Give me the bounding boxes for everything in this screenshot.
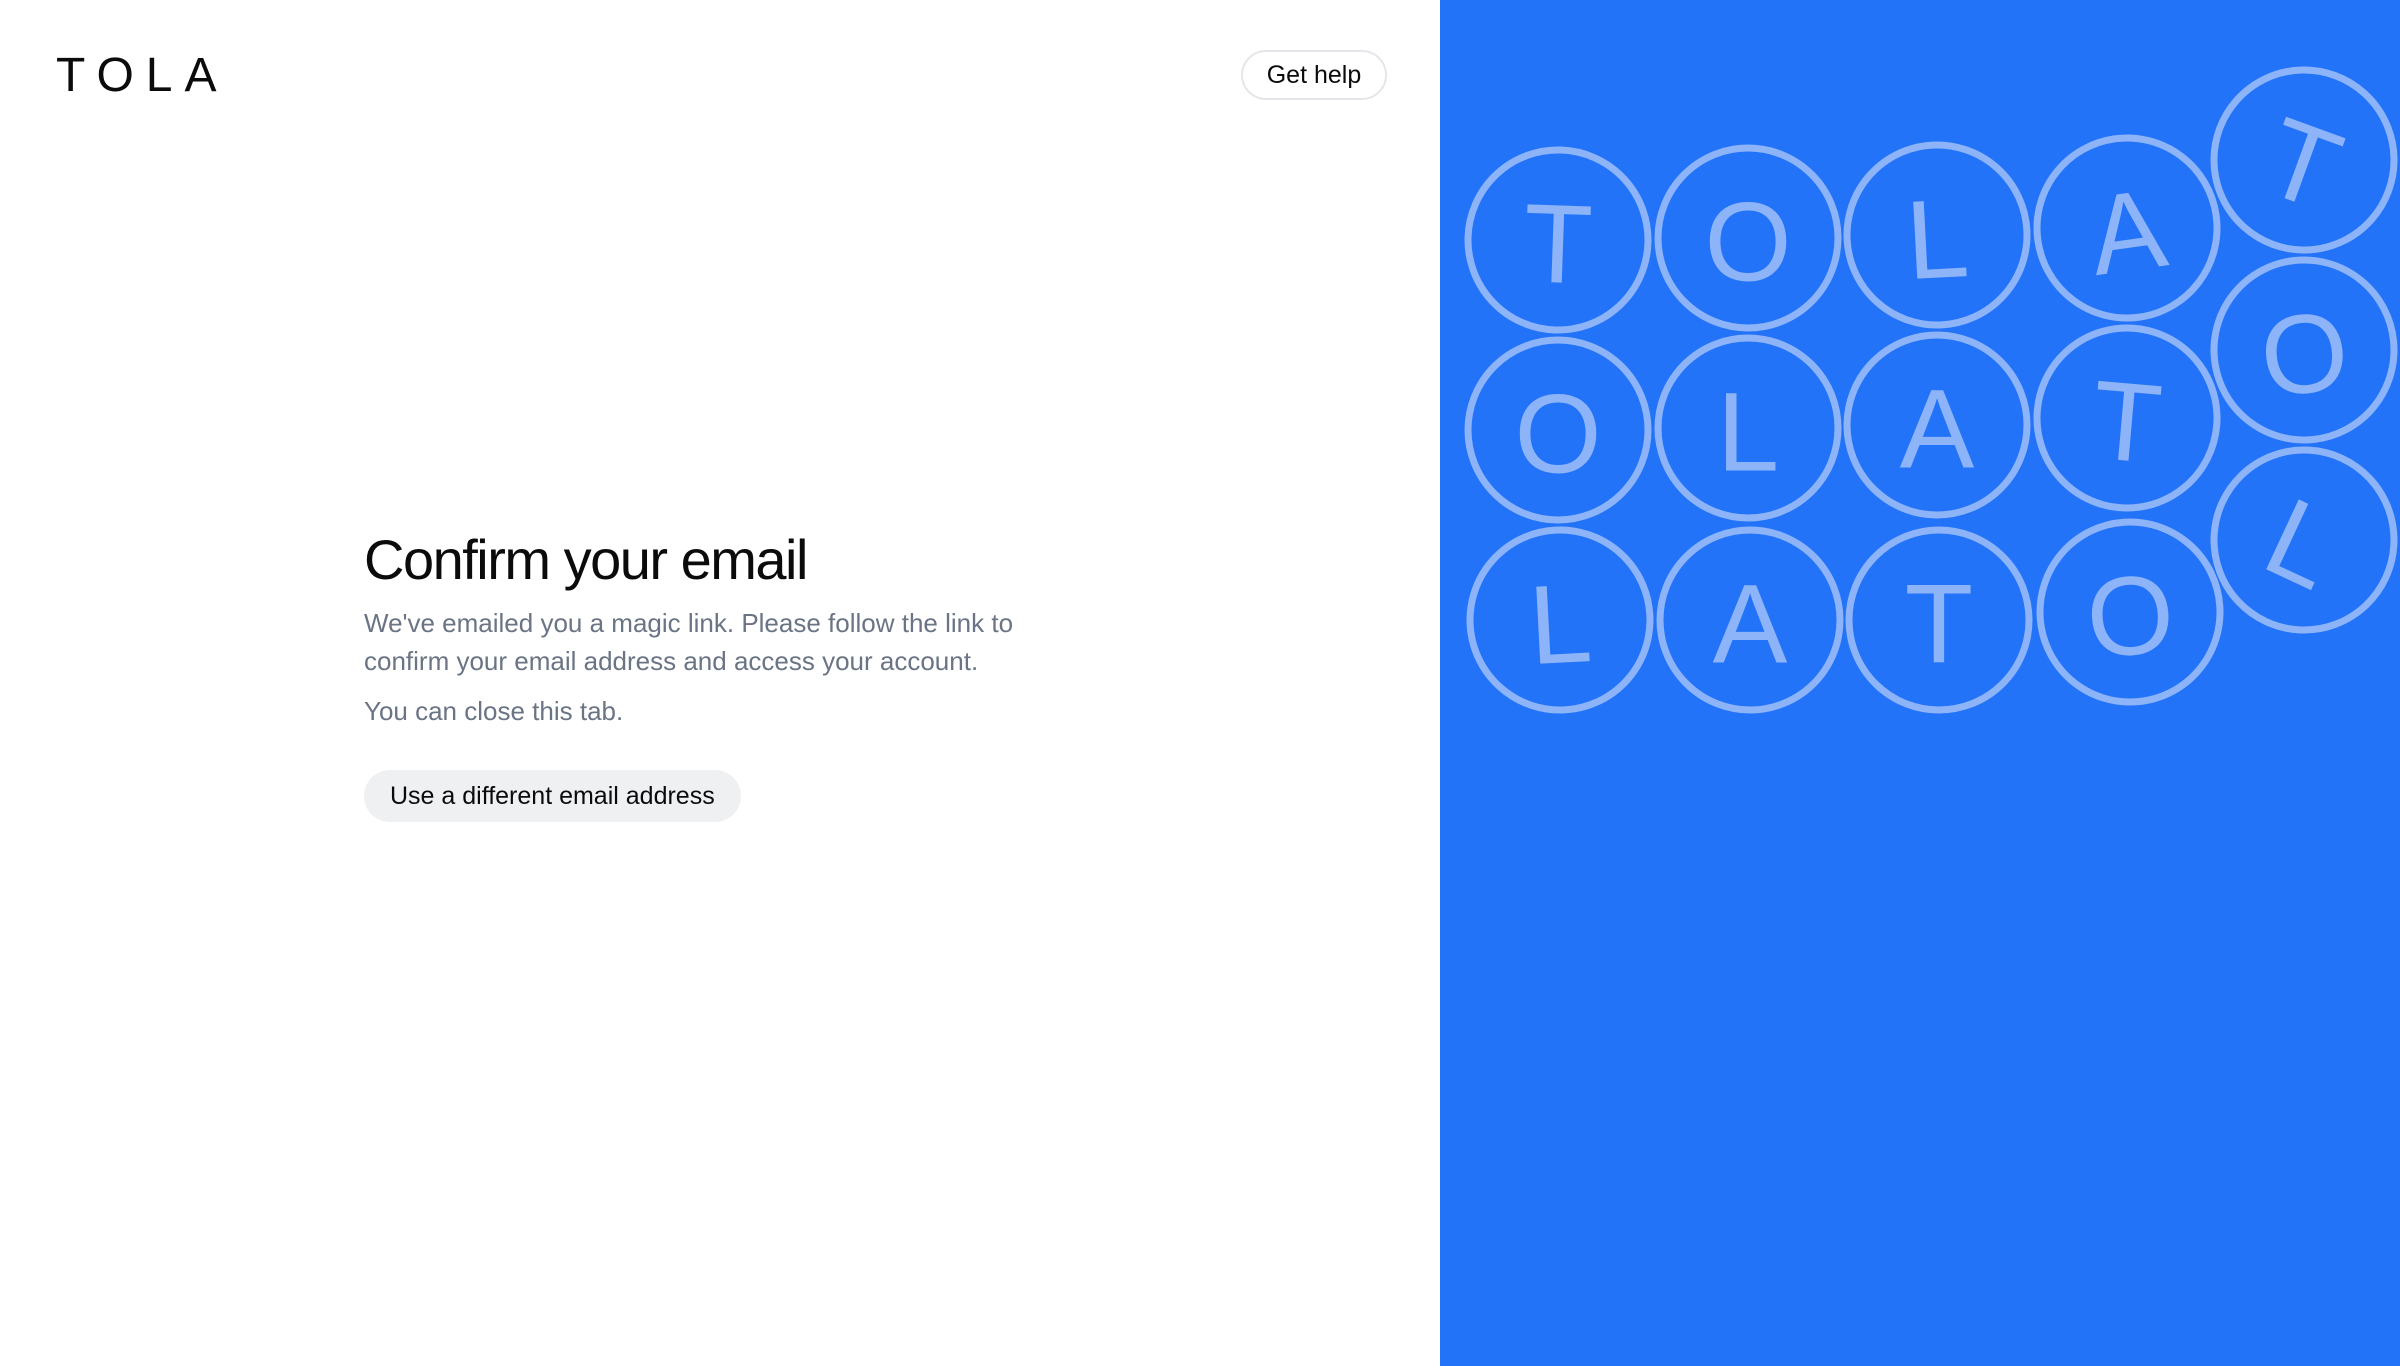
letter-tile-l: L	[1654, 334, 1842, 522]
instruction-text: We've emailed you a magic link. Please f…	[364, 608, 1014, 676]
tile-letter: A	[1900, 367, 1975, 492]
tile-letter: O	[2255, 287, 2355, 420]
letter-tile-o: O	[1654, 144, 1842, 332]
letter-tile-o: O	[1464, 336, 1652, 524]
letter-tile-t: T	[2210, 66, 2398, 254]
letter-tile-a: A	[1656, 526, 1844, 714]
letter-tile-t: T	[1464, 146, 1652, 334]
confirm-email-page: TOLA Get help Confirm your email We've e…	[0, 0, 2400, 1366]
letter-tile-l: L	[1843, 141, 2031, 329]
tile-letter: O	[2082, 551, 2178, 682]
letter-tile-o: O	[2210, 256, 2398, 444]
tile-letter: O	[1514, 372, 1601, 497]
letter-tile-t: T	[1845, 526, 2033, 714]
use-different-email-button[interactable]: Use a different email address	[364, 770, 741, 822]
confirm-content: Confirm your email We've emailed you a m…	[364, 526, 1084, 822]
tile-letter: T	[2087, 357, 2166, 487]
letter-tile-o: O	[2036, 518, 2224, 706]
letter-tile-a: A	[2033, 134, 2221, 322]
tile-letter: L	[1903, 175, 1972, 303]
letter-tile-t: T	[2033, 324, 2221, 512]
tile-letter: L	[2248, 474, 2357, 614]
tile-letter: L	[1526, 560, 1595, 688]
decorative-panel: TOLATOLATOLATOL	[1440, 0, 2400, 1366]
tile-letter: A	[2082, 165, 2174, 299]
letter-tile-l: L	[1466, 526, 1654, 714]
page-title: Confirm your email	[364, 528, 808, 591]
tola-logo[interactable]: TOLA	[56, 50, 229, 102]
close-tab-note: You can close this tab.	[364, 696, 624, 726]
tile-letter: T	[2249, 93, 2356, 234]
tile-letter: O	[1704, 180, 1791, 305]
tile-letter: A	[1713, 562, 1788, 687]
letter-tiles-graphic: T O L A TO L A TOL A T OL	[1464, 66, 2398, 714]
tile-letter: T	[1521, 180, 1594, 307]
get-help-button[interactable]: Get help	[1241, 50, 1387, 100]
letter-tile-a: A	[1843, 331, 2031, 519]
tile-letter: T	[1905, 562, 1973, 687]
tile-letter: L	[1717, 370, 1779, 495]
main-panel: TOLA Get help Confirm your email We've e…	[0, 0, 1440, 1366]
